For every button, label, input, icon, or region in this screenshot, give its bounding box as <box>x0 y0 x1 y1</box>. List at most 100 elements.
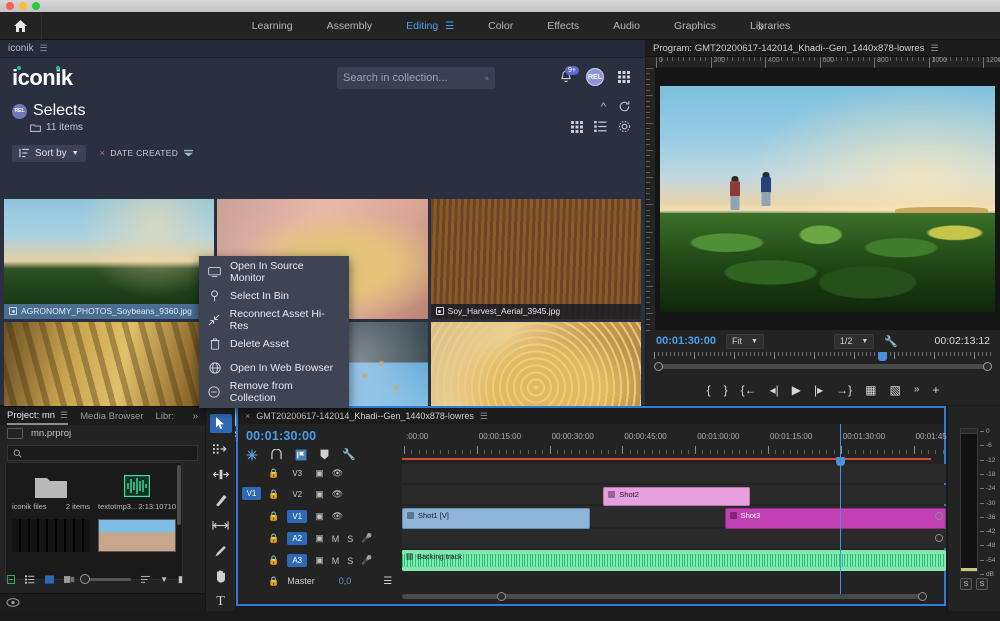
freeform-view-icon[interactable] <box>7 573 15 586</box>
voice-over-record-icon[interactable]: 🎤 <box>361 533 372 544</box>
track-header-v2[interactable]: 🔒 V2 ▣ 👁 <box>238 485 402 504</box>
program-scrubber[interactable] <box>654 352 992 362</box>
slip-tool[interactable] <box>210 516 232 535</box>
window-controls[interactable] <box>6 2 40 10</box>
step-forward-button[interactable]: |▸ <box>814 383 823 397</box>
menu-item-open-in-web-browser[interactable]: Open In Web Browser <box>199 356 349 380</box>
filmstrip-icon[interactable] <box>64 574 74 585</box>
panel-menu-icon[interactable]: ☰ <box>480 411 488 422</box>
project-item[interactable] <box>12 519 90 565</box>
lock-icon[interactable]: 🔒 <box>268 489 279 500</box>
track-lane-a2[interactable] <box>402 529 946 548</box>
close-icon[interactable]: × <box>245 411 250 421</box>
hand-tool[interactable] <box>210 567 232 586</box>
program-monitor-tab[interactable]: Program: GMT20200617-142014_Khadi--Gen_1… <box>653 43 924 54</box>
timeline-clip-shot1[interactable]: Shot1 [V] <box>402 508 590 529</box>
pan-balance-icon[interactable]: ☰ <box>383 576 392 587</box>
track-header-v1[interactable]: 🔒 V1 ▣ 👁 <box>238 506 402 527</box>
master-level-value[interactable]: 0,0 <box>339 576 352 586</box>
workspace-tab-audio[interactable]: Audio <box>613 18 640 34</box>
sync-lock-icon[interactable]: ▣ <box>315 533 324 544</box>
timeline-sequence-tab[interactable]: GMT20200617-142014_Khadi--Gen_1440x878-l… <box>256 411 474 421</box>
go-to-out-button[interactable]: →} <box>836 383 852 397</box>
fit-zoom-dropdown[interactable]: Fit ▼ <box>726 334 764 349</box>
search-icon[interactable] <box>485 72 489 85</box>
play-button[interactable]: ▶ <box>792 383 801 397</box>
mute-button[interactable]: M <box>332 556 340 566</box>
tab-libraries[interactable]: Libr: <box>155 411 173 422</box>
home-button[interactable] <box>0 12 42 40</box>
project-scrollbar[interactable] <box>177 465 181 525</box>
meter-clip-indicators[interactable] <box>961 429 977 434</box>
program-zoom-scrollbar[interactable] <box>654 362 992 371</box>
menu-item-open-in-source-monitor[interactable]: Open In Source Monitor <box>199 260 349 284</box>
linked-selection-icon[interactable] <box>271 449 282 460</box>
sort-icon[interactable] <box>141 574 151 585</box>
timeline-clip-backing-track[interactable]: Backing track <box>402 550 946 571</box>
solo-button-right[interactable]: S <box>976 578 988 590</box>
snap-icon[interactable] <box>246 449 258 461</box>
track-lane-a3[interactable]: Backing track <box>402 550 946 571</box>
workspace-tab-color[interactable]: Color <box>488 18 513 34</box>
solo-button-left[interactable]: S <box>960 578 972 590</box>
more-options-icon[interactable]: ▮ <box>178 574 183 585</box>
timeline-playhead-timecode[interactable]: 00:01:30:00 <box>246 429 394 443</box>
transport-more-button[interactable]: » <box>914 384 920 395</box>
track-name-label[interactable]: V2 <box>287 488 307 501</box>
sync-lock-icon[interactable]: ▣ <box>315 555 324 566</box>
project-item[interactable]: iconik files 2 items <box>12 469 90 515</box>
clip-indicator-right[interactable] <box>969 429 977 433</box>
eye-icon[interactable] <box>6 597 20 608</box>
panel-menu-icon[interactable]: ☰ <box>60 410 68 421</box>
notifications-button[interactable]: 9+ <box>559 70 573 85</box>
pen-tool[interactable] <box>210 542 232 561</box>
workspace-tab-effects[interactable]: Effects <box>547 18 579 34</box>
program-playhead[interactable] <box>878 352 887 361</box>
track-keyframe-button[interactable] <box>935 512 943 520</box>
sync-lock-icon[interactable]: ▣ <box>315 468 324 479</box>
settings-wrench-icon[interactable]: 🔧 <box>884 335 898 348</box>
solo-button[interactable]: S <box>347 534 353 544</box>
marker-sync-icon[interactable] <box>295 449 307 461</box>
minimize-window-button[interactable] <box>19 2 27 10</box>
step-back-button[interactable]: ◂| <box>770 383 779 397</box>
scrollbar-handle-left[interactable] <box>497 592 506 601</box>
workspace-tab-libraries[interactable]: Libraries <box>750 18 790 34</box>
eye-icon[interactable]: 👁 <box>332 489 343 500</box>
mute-button[interactable]: M <box>332 534 340 544</box>
track-lane-v1[interactable]: Shot1 [V] Shot3 <box>402 506 946 527</box>
menu-item-reconnect-asset-hi-res[interactable]: Reconnect Asset Hi-Res <box>199 308 349 332</box>
track-header-a2[interactable]: 🔒 A2 ▣ M S 🎤 <box>238 529 402 548</box>
panel-menu-icon[interactable]: ☰ <box>930 43 938 54</box>
zoom-handle-left[interactable] <box>654 362 663 371</box>
mark-in-button[interactable]: { <box>707 383 711 397</box>
track-header-master[interactable]: 🔒 Master 0,0 ☰ <box>238 573 402 589</box>
asset-thumbnail[interactable]: Soy_Harvest_Aerial_3945.jpg <box>431 199 641 319</box>
maximize-window-button[interactable] <box>32 2 40 10</box>
chip-remove-icon[interactable]: × <box>100 148 106 158</box>
button-editor-button[interactable]: + <box>932 383 939 397</box>
tab-media-browser[interactable]: Media Browser <box>80 411 143 422</box>
lock-icon[interactable]: 🔒 <box>268 576 279 587</box>
program-monitor-stage[interactable] <box>655 68 1000 330</box>
sort-by-button[interactable]: Sort by ▼ <box>12 145 86 162</box>
lift-button[interactable]: ▦ <box>865 383 876 397</box>
lock-icon[interactable]: 🔒 <box>268 468 279 479</box>
sort-direction-icon[interactable] <box>183 149 194 157</box>
zoom-handle-right[interactable] <box>983 362 992 371</box>
workspace-tab-assembly[interactable]: Assembly <box>327 18 373 34</box>
icon-view-icon[interactable] <box>45 574 55 585</box>
workspace-tab-learning[interactable]: Learning <box>252 18 293 34</box>
wrench-icon[interactable]: 🔧 <box>342 448 356 461</box>
workspace-tab-graphics[interactable]: Graphics <box>674 18 716 34</box>
selection-tool[interactable] <box>210 414 232 433</box>
close-window-button[interactable] <box>6 2 14 10</box>
eye-icon[interactable]: 👁 <box>332 468 343 479</box>
marker-icon[interactable] <box>320 449 329 460</box>
timeline-clip-shot3[interactable]: Shot3 <box>725 508 946 529</box>
tab-project[interactable]: Project: mn ☰ <box>7 407 68 425</box>
timeline-horizontal-scrollbar[interactable] <box>402 592 927 601</box>
grid-view-icon[interactable] <box>571 121 583 133</box>
search-input[interactable] <box>343 72 485 84</box>
sync-lock-icon[interactable]: ▣ <box>315 489 324 500</box>
